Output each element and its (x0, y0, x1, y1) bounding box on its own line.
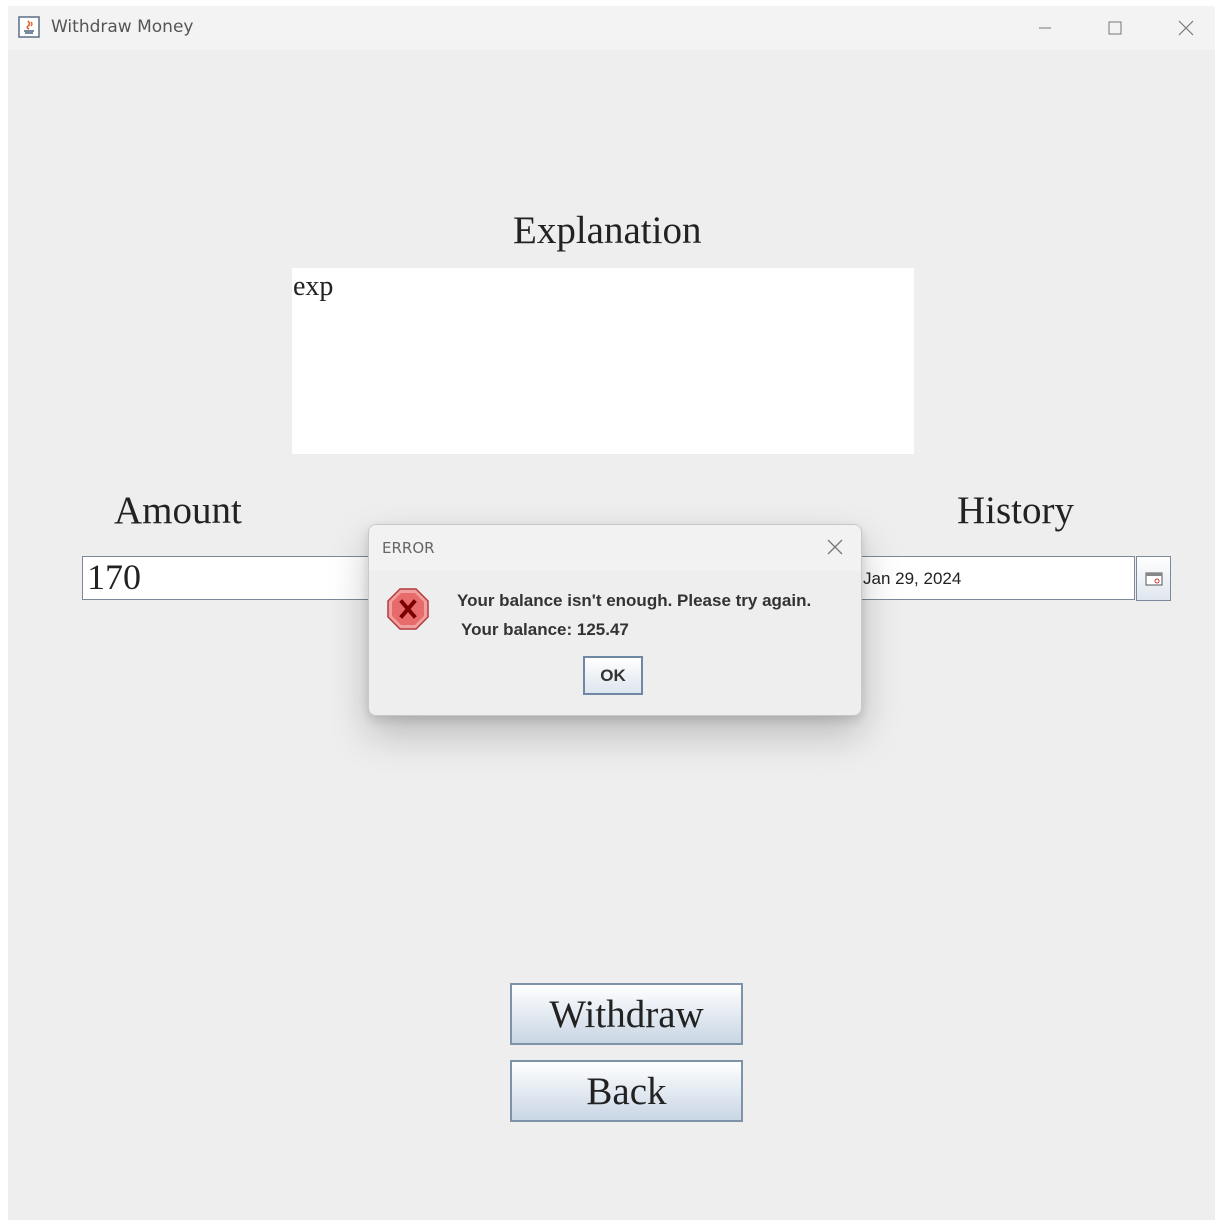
java-app-icon (18, 16, 40, 38)
close-icon (1178, 20, 1194, 36)
history-date-field[interactable]: Jan 29, 2024 (858, 556, 1135, 600)
error-dialog: ERROR Your balance isn't enough. Please … (368, 524, 862, 716)
close-window-button[interactable] (1151, 6, 1215, 50)
maximize-icon (1108, 21, 1122, 35)
explanation-textarea[interactable]: exp (292, 268, 914, 454)
title-bar: Withdraw Money (8, 6, 1215, 50)
ok-button[interactable]: OK (583, 656, 643, 695)
dialog-title-bar: ERROR (369, 525, 861, 571)
dialog-message-line2: Your balance: 125.47 (461, 620, 629, 639)
dialog-close-button[interactable] (823, 535, 847, 559)
minimize-icon (1039, 27, 1051, 29)
minimize-button[interactable] (1010, 6, 1080, 50)
back-button[interactable]: Back (510, 1060, 743, 1122)
window-title: Withdraw Money (51, 17, 194, 37)
history-label: History (957, 489, 1074, 532)
amount-input[interactable]: 170 (82, 556, 382, 600)
dialog-title: ERROR (382, 539, 435, 557)
dialog-message-line1: Your balance isn't enough. Please try ag… (457, 591, 812, 610)
date-picker-button[interactable] (1136, 556, 1171, 601)
withdraw-button[interactable]: Withdraw (510, 983, 743, 1045)
explanation-label: Explanation (513, 209, 702, 252)
withdraw-money-window: Withdraw Money Explanation exp Amount 17… (8, 6, 1215, 1220)
amount-label: Amount (114, 489, 242, 532)
maximize-button[interactable] (1080, 6, 1150, 50)
close-icon (827, 539, 843, 555)
calendar-icon (1145, 572, 1162, 585)
error-icon (386, 587, 430, 631)
